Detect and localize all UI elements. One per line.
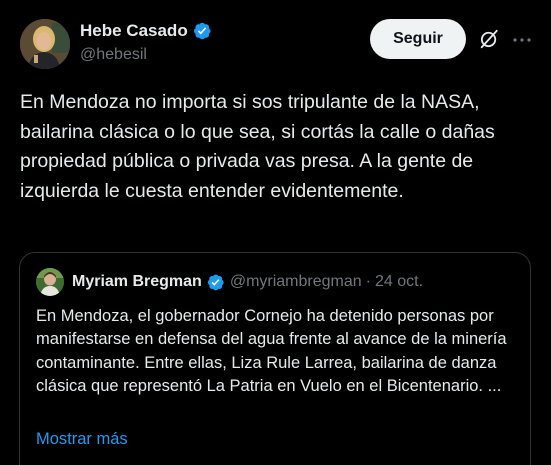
- quoted-date[interactable]: 24 oct.: [375, 273, 423, 291]
- verified-badge-icon: [193, 22, 211, 40]
- author-display-name[interactable]: Hebe Casado: [80, 21, 188, 41]
- tweet-card: Hebe Casado @hebesil Seguir En Mendoza n…: [0, 0, 551, 465]
- separator-dot: ·: [365, 273, 371, 290]
- grok-icon[interactable]: [478, 28, 500, 50]
- quoted-header: Myriam Bregman @myriambregman · 24 oct.: [72, 270, 423, 294]
- quoted-tweet-text: En Mendoza, el gobernador Cornejo ha det…: [36, 307, 507, 395]
- quoted-author-handle[interactable]: @myriambregman: [230, 273, 362, 291]
- show-more-link[interactable]: Mostrar más: [36, 430, 128, 449]
- author-info: Hebe Casado @hebesil: [80, 20, 212, 64]
- follow-button[interactable]: Seguir: [370, 19, 466, 59]
- quoted-author-display-name[interactable]: Myriam Bregman: [72, 273, 202, 291]
- more-options-icon[interactable]: [512, 30, 532, 50]
- quoted-author-avatar[interactable]: [36, 268, 64, 296]
- quoted-tweet[interactable]: Myriam Bregman @myriambregman · 24 oct. …: [19, 252, 531, 465]
- tweet-text: En Mendoza no importa si sos tripulante …: [20, 91, 495, 202]
- verified-badge-icon: [207, 274, 224, 290]
- author-handle[interactable]: @hebesil: [80, 46, 212, 64]
- author-avatar[interactable]: [20, 19, 70, 69]
